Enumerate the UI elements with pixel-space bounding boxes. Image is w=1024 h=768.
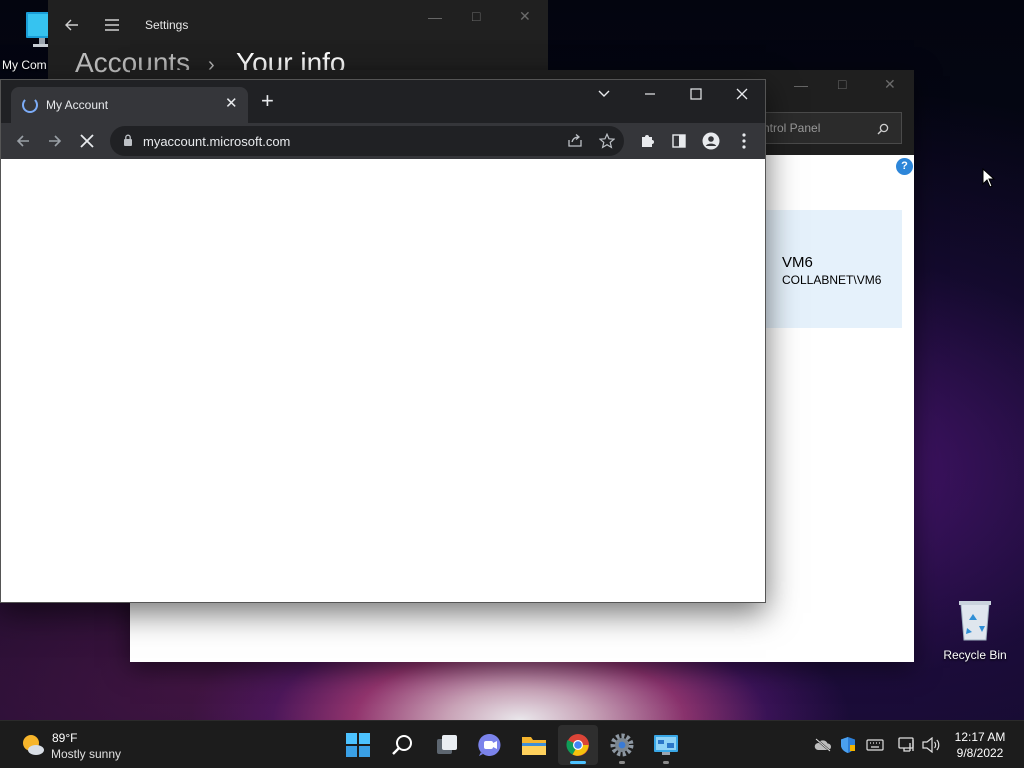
minimize-button[interactable]: — (428, 9, 442, 25)
browser-window[interactable]: My Account ✕ + myaccount.microsoft.com (0, 79, 766, 603)
chat-button[interactable] (470, 725, 510, 765)
stop-loading-icon[interactable] (80, 134, 94, 148)
control-panel-icon (654, 735, 678, 755)
maximize-button[interactable] (690, 88, 702, 100)
volume-icon[interactable] (922, 737, 940, 753)
address-bar[interactable]: myaccount.microsoft.com (110, 126, 624, 156)
file-explorer-button[interactable] (514, 725, 554, 765)
browser-tab[interactable]: My Account ✕ (11, 87, 248, 123)
browser-page-content[interactable] (1, 159, 765, 602)
desktop-background: My Com Recycle Bin Settings — □ ✕ Accoun… (0, 0, 1024, 720)
security-shield-icon[interactable] (840, 736, 856, 754)
mouse-cursor-icon (982, 168, 996, 188)
hamburger-menu-icon[interactable] (104, 18, 120, 32)
close-button[interactable]: ✕ (884, 76, 896, 93)
weather-temperature: 89°F (52, 731, 78, 745)
running-indicator (663, 761, 669, 764)
address-bar-url: myaccount.microsoft.com (143, 134, 291, 149)
task-view-button[interactable] (427, 725, 467, 765)
close-button[interactable]: ✕ (519, 8, 531, 25)
user-account-domain: COLLABNET\VM6 (782, 273, 882, 287)
network-icon[interactable] (898, 737, 916, 753)
extensions-puzzle-icon[interactable] (639, 133, 655, 149)
loading-spinner-icon (22, 97, 38, 113)
tab-close-icon[interactable]: ✕ (225, 94, 238, 112)
recycle-bin-icon (959, 601, 991, 641)
start-button[interactable] (338, 725, 378, 765)
file-explorer-icon (522, 737, 546, 755)
browser-toolbar: myaccount.microsoft.com (1, 123, 765, 159)
side-panel-icon[interactable] (671, 133, 687, 149)
user-name: VM6 (782, 254, 813, 271)
bookmark-star-icon[interactable] (599, 133, 615, 149)
tab-search-chevron-icon[interactable] (598, 90, 610, 98)
chat-icon (478, 733, 501, 756)
settings-window[interactable]: Settings — □ ✕ Accounts › Your info (48, 0, 548, 80)
taskbar-search-button[interactable] (383, 725, 423, 765)
chrome-taskbar-button[interactable] (558, 725, 598, 765)
task-view-icon (437, 735, 457, 754)
lock-icon[interactable] (123, 134, 133, 147)
back-arrow-icon[interactable] (15, 133, 31, 149)
share-icon[interactable] (567, 134, 583, 148)
active-indicator (570, 761, 586, 764)
maximize-button[interactable]: □ (472, 8, 480, 24)
minimize-button[interactable]: — (794, 77, 808, 93)
weather-widget[interactable]: 89°F Mostly sunny (10, 721, 140, 768)
search-icon[interactable] (877, 123, 889, 135)
weather-condition: Mostly sunny (51, 747, 122, 761)
maximize-button[interactable]: □ (838, 76, 846, 92)
clock-date: 9/8/2022 (956, 746, 1004, 760)
desktop-icon-label: Recycle Bin (943, 648, 1007, 662)
close-button[interactable] (736, 88, 748, 100)
back-arrow-icon[interactable] (64, 17, 80, 33)
search-icon (392, 735, 412, 755)
profile-avatar-icon[interactable] (702, 132, 720, 150)
chrome-icon (566, 734, 589, 756)
clock[interactable]: 12:17 AM 9/8/2022 (940, 721, 1024, 768)
new-tab-button[interactable]: + (261, 90, 274, 112)
running-indicator (619, 761, 625, 764)
user-account-card: VM6 COLLABNET\VM6 (766, 210, 902, 328)
forward-arrow-icon[interactable] (47, 133, 63, 149)
weather-sunny-icon (23, 735, 44, 755)
onedrive-offline-icon[interactable] (814, 738, 832, 752)
keyboard-icon[interactable] (866, 739, 884, 751)
clock-time: 12:17 AM (954, 730, 1006, 744)
control-panel-search-input[interactable]: ntrol Panel (750, 112, 902, 144)
settings-title: Settings (145, 18, 189, 32)
control-panel-taskbar-button[interactable] (646, 725, 686, 765)
minimize-button[interactable] (644, 88, 656, 100)
settings-taskbar-button[interactable] (602, 725, 642, 765)
help-button[interactable]: ? (896, 158, 913, 175)
start-icon (346, 733, 370, 757)
taskbar: 89°F Mostly sunny 12:17 AM 9/8/2022 (0, 720, 1024, 768)
tab-title: My Account (46, 98, 109, 112)
desktop-icon-recycle-bin[interactable]: Recycle Bin (940, 596, 1010, 662)
more-options-icon[interactable] (742, 133, 746, 149)
settings-icon (610, 733, 634, 757)
search-placeholder: ntrol Panel (763, 121, 821, 135)
